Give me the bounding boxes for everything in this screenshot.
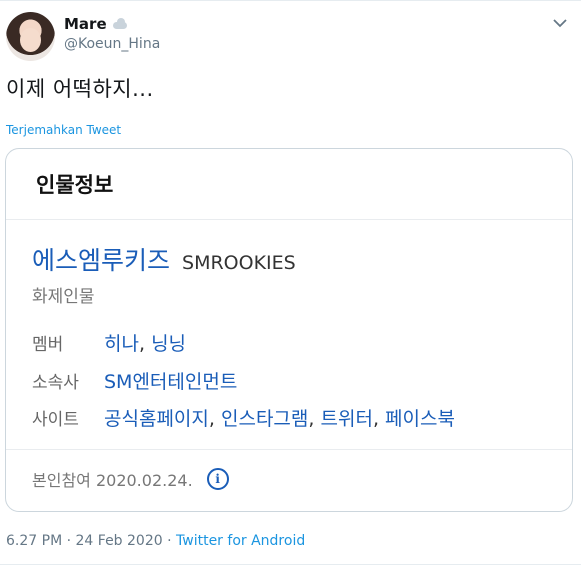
chevron-down-icon[interactable] <box>551 14 569 32</box>
site-link[interactable]: 인스타그램 <box>221 408 308 430</box>
info-values: 히나, 닝닝 <box>104 333 187 355</box>
site-link[interactable]: 트위터 <box>320 408 372 430</box>
avatar[interactable] <box>6 12 55 61</box>
info-row-sites: 사이트 공식홈페이지, 인스타그램, 트위터, 페이스북 <box>32 404 455 431</box>
tweet-date[interactable]: 24 Feb 2020 <box>76 533 163 549</box>
info-label: 멤버 <box>32 335 64 355</box>
tweet-meta: 6.27 PM · 24 Feb 2020 · Twitter for Andr… <box>6 533 305 549</box>
info-circle-icon[interactable]: i <box>206 468 229 490</box>
entity-name-link[interactable]: 에스엠루키즈 <box>32 241 170 277</box>
site-link[interactable]: 공식홈페이지 <box>104 408 209 430</box>
member-link[interactable]: 히나 <box>104 333 139 355</box>
card-title: 인물정보 <box>36 173 114 197</box>
person-info-card[interactable]: 인물정보 에스엠루키즈 SMROOKIES 화제인물 멤버 히나, 닝닝 소속사… <box>5 148 573 512</box>
author-name-row[interactable]: Mare <box>64 15 129 33</box>
author-handle[interactable]: @Koeun_Hina <box>64 36 160 52</box>
info-values: 공식홈페이지, 인스타그램, 트위터, 페이스북 <box>104 408 455 430</box>
agency-link[interactable]: SM엔터테인먼트 <box>104 371 237 393</box>
verified-row: 본인참여 2020.02.24. i <box>32 467 229 491</box>
bottom-divider <box>0 564 581 565</box>
card-divider <box>6 219 572 220</box>
info-row-members: 멤버 히나, 닝닝 <box>32 329 186 356</box>
entity-row: 에스엠루키즈 SMROOKIES <box>32 241 296 277</box>
card-divider <box>6 449 572 450</box>
site-link[interactable]: 페이스북 <box>385 408 455 430</box>
entity-name-english: SMROOKIES <box>182 252 296 274</box>
info-label: 사이트 <box>32 410 79 430</box>
entity-category: 화제인물 <box>32 287 95 307</box>
translate-tweet-link[interactable]: Terjemahkan Tweet <box>6 123 121 137</box>
tweet-text: 이제 어떡하지... <box>6 77 154 101</box>
author-name[interactable]: Mare <box>64 15 107 33</box>
info-values: SM엔터테인먼트 <box>104 367 237 394</box>
meta-dot: · <box>167 533 172 549</box>
verified-text: 본인참여 2020.02.24. <box>32 471 193 490</box>
cloud-icon <box>111 18 129 30</box>
meta-dot: · <box>66 533 72 549</box>
member-link[interactable]: 닝닝 <box>151 333 186 355</box>
info-label: 소속사 <box>32 373 79 393</box>
top-divider <box>0 0 581 1</box>
tweet-client-link[interactable]: Twitter for Android <box>176 533 305 549</box>
tweet-time[interactable]: 6.27 PM <box>6 533 62 549</box>
info-row-agency: 소속사 SM엔터테인먼트 <box>32 367 237 394</box>
